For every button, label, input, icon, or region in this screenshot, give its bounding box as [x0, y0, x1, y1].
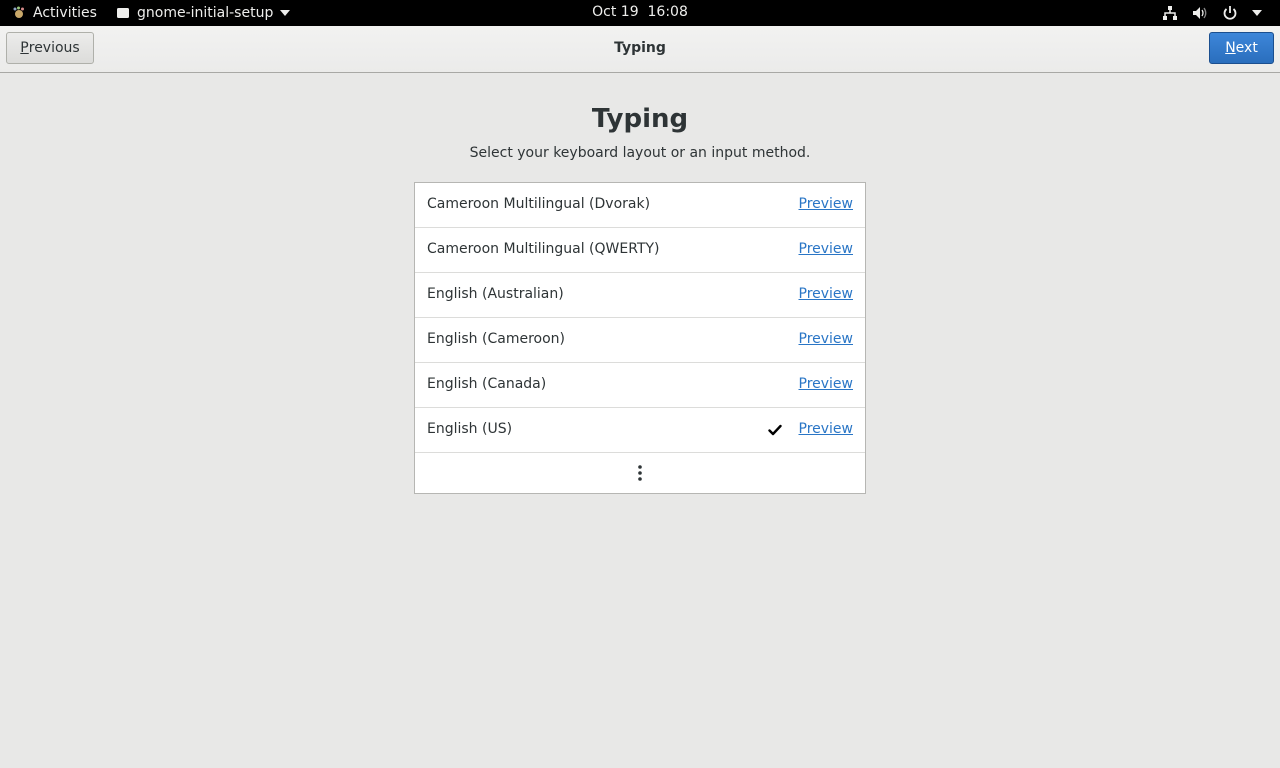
- next-button[interactable]: Next: [1209, 32, 1274, 64]
- activities-label: Activities: [33, 5, 97, 21]
- volume-icon: [1192, 5, 1208, 21]
- layout-name: English (Canada): [427, 376, 547, 392]
- layout-name: English (US): [427, 421, 513, 437]
- network-icon: [1162, 5, 1178, 21]
- preview-link[interactable]: Preview: [799, 286, 854, 302]
- app-menu-label: gnome-initial-setup: [137, 5, 274, 21]
- layout-name: English (Australian): [427, 286, 564, 302]
- previous-mnemonic: P: [20, 40, 29, 56]
- preview-link[interactable]: Preview: [799, 376, 854, 392]
- preview-link[interactable]: Preview: [799, 196, 854, 212]
- previous-label: revious: [28, 40, 80, 56]
- chevron-down-icon: [280, 10, 291, 16]
- system-status-menu[interactable]: [1162, 4, 1262, 22]
- next-label: ext: [1235, 40, 1258, 56]
- page-title: Typing: [591, 104, 689, 134]
- layout-name: Cameroon Multilingual (Dvorak): [427, 196, 651, 212]
- layout-row[interactable]: English (Australian) Preview: [415, 273, 865, 318]
- previous-button[interactable]: Previous: [6, 32, 94, 64]
- layout-row-selected[interactable]: English (US) Preview: [415, 408, 865, 453]
- chevron-down-icon: [1252, 10, 1262, 16]
- layout-row[interactable]: English (Canada) Preview: [415, 363, 865, 408]
- top-bar: Activities gnome-initial-setup Oct 19 16…: [0, 0, 1280, 26]
- preview-link[interactable]: Preview: [799, 331, 854, 347]
- page-subtitle: Select your keyboard layout or an input …: [469, 145, 811, 161]
- window-icon: [116, 6, 130, 20]
- layout-name: Cameroon Multilingual (QWERTY): [427, 241, 660, 257]
- view-more-icon: [638, 465, 642, 481]
- power-icon: [1222, 5, 1238, 21]
- preview-link[interactable]: Preview: [799, 421, 854, 437]
- checkmark-icon: [768, 423, 782, 437]
- next-mnemonic: N: [1225, 40, 1236, 56]
- header-bar: Previous Typing Next: [0, 26, 1280, 73]
- preview-link[interactable]: Preview: [799, 241, 854, 257]
- activities-button[interactable]: Activities: [12, 4, 97, 22]
- keyboard-layout-list: Cameroon Multilingual (Dvorak) Preview C…: [414, 182, 866, 494]
- date-time[interactable]: Oct 19 16:08: [592, 4, 688, 20]
- layout-row[interactable]: Cameroon Multilingual (Dvorak) Preview: [415, 183, 865, 228]
- window-title: Typing: [614, 40, 666, 56]
- gnome-foot-icon: [12, 6, 26, 20]
- layout-row[interactable]: Cameroon Multilingual (QWERTY) Preview: [415, 228, 865, 273]
- layout-row[interactable]: English (Cameroon) Preview: [415, 318, 865, 363]
- show-more-row[interactable]: [415, 453, 865, 493]
- app-menu[interactable]: gnome-initial-setup: [116, 4, 291, 22]
- layout-name: English (Cameroon): [427, 331, 565, 347]
